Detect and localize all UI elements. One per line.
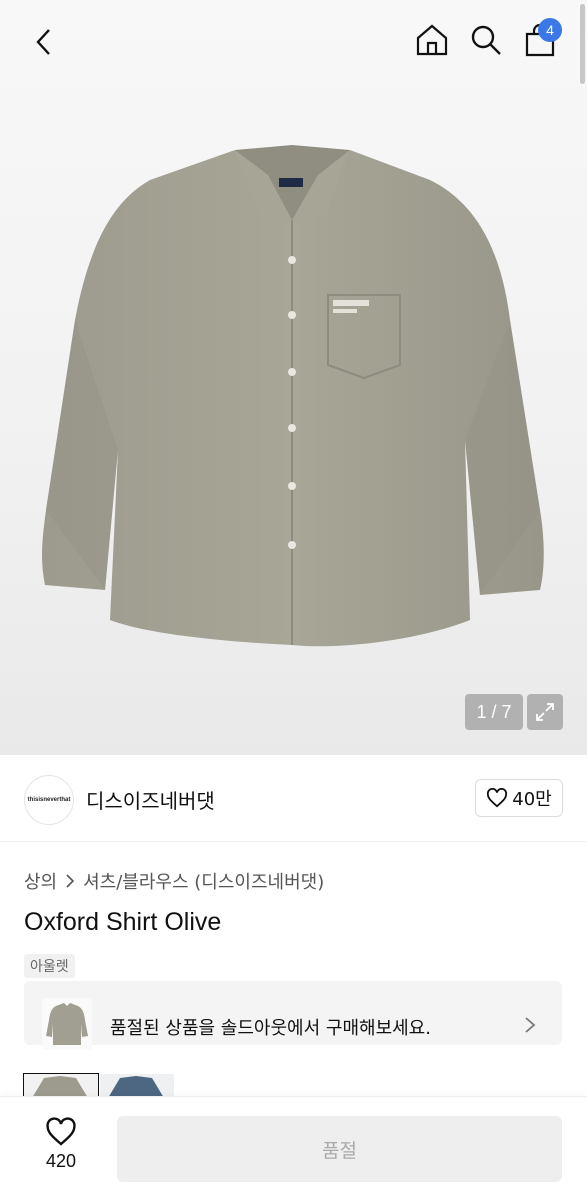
product-like-count: 420	[45, 1151, 77, 1171]
cart-count-badge: 4	[538, 18, 562, 42]
color-swatch-navy	[100, 1074, 174, 1098]
brand-logo-text: thisisneverthat	[27, 797, 71, 803]
chevron-right-icon	[66, 874, 75, 888]
breadcrumb: 상의 셔츠/블라우스 (디스이즈네버댓)	[24, 868, 324, 894]
soldout-banner[interactable]: 품절된 상품을 솔드아웃에서 구매해보세요.	[24, 981, 562, 1050]
color-option-olive[interactable]	[23, 1073, 99, 1099]
category-sub[interactable]: 셔츠/블라우스 (디스이즈네버댓)	[83, 868, 324, 894]
product-image-gallery[interactable]: 1 / 7	[0, 0, 587, 755]
home-icon	[416, 24, 448, 56]
brand-logo[interactable]: thisisneverthat	[24, 775, 74, 825]
expand-image-button[interactable]	[527, 694, 563, 730]
soldout-banner-text: 품절된 상품을 솔드아웃에서 구매해보세요.	[110, 1018, 431, 1039]
expand-icon	[536, 703, 554, 721]
product-like-button[interactable]: 420	[26, 1117, 96, 1187]
brand-like-count: 40만	[512, 789, 552, 810]
product-image	[42, 145, 544, 647]
brand-row: thisisneverthat 디스이즈네버댓 40만	[0, 755, 587, 842]
banner-product-thumbnail	[42, 998, 92, 1050]
bottom-action-bar: 420 품절	[0, 1096, 587, 1201]
heart-icon	[487, 788, 508, 808]
soldout-button[interactable]: 품절	[117, 1116, 562, 1182]
brand-name[interactable]: 디스이즈네버댓	[86, 785, 215, 814]
back-button[interactable]	[22, 20, 66, 64]
scrollbar[interactable]	[580, 4, 585, 84]
color-swatch-olive	[24, 1074, 98, 1098]
heart-icon	[46, 1117, 76, 1146]
image-counter: 1 / 7	[465, 694, 523, 730]
color-option-navy[interactable]	[100, 1074, 174, 1098]
top-navigation-bar: 4	[0, 0, 587, 80]
chevron-left-icon	[36, 29, 50, 55]
search-icon	[471, 25, 501, 55]
outlet-tag: 아울렛	[24, 954, 75, 978]
home-button[interactable]	[410, 18, 454, 62]
category-main[interactable]: 상의	[24, 868, 57, 894]
brand-like-button[interactable]: 40만	[475, 779, 563, 817]
search-button[interactable]	[464, 18, 508, 62]
product-title: Oxford Shirt Olive	[24, 908, 222, 936]
chevron-right-icon	[525, 1017, 536, 1033]
color-options	[23, 1073, 174, 1099]
